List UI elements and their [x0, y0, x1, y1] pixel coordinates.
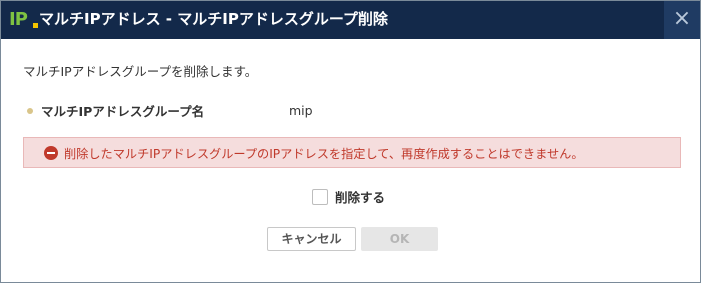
warning-banner: 削除したマルチIPアドレスグループのIPアドレスを指定して、再度作成することはで…: [23, 137, 681, 168]
warning-text: 削除したマルチIPアドレスグループのIPアドレスを指定して、再度作成することはで…: [64, 146, 584, 161]
cancel-button[interactable]: キャンセル: [267, 227, 356, 251]
confirm-delete-checkbox[interactable]: [312, 188, 328, 205]
confirm-delete-row: 削除する: [312, 187, 385, 206]
group-name-field: マルチIPアドレスグループ名 mip: [27, 101, 313, 120]
ok-button[interactable]: OK: [361, 227, 438, 251]
dialog-title: マルチIPアドレス - マルチIPアドレスグループ削除: [39, 10, 388, 28]
confirm-delete-label[interactable]: 削除する: [335, 187, 385, 206]
delete-group-dialog: IP マルチIPアドレス - マルチIPアドレスグループ削除 × マルチIPアド…: [0, 0, 701, 283]
close-icon[interactable]: ×: [664, 1, 700, 39]
minus-circle-icon: [44, 145, 58, 160]
dialog-titlebar: IP マルチIPアドレス - マルチIPアドレスグループ削除 ×: [1, 1, 700, 39]
logo-text: IP: [9, 9, 28, 30]
bullet-icon: [27, 107, 33, 114]
app-logo: IP: [9, 9, 38, 31]
group-name-label: マルチIPアドレスグループ名: [41, 104, 205, 119]
logo-dot: [33, 23, 38, 28]
group-name-value: mip: [289, 103, 313, 118]
dialog-description: マルチIPアドレスグループを削除します。: [23, 64, 258, 79]
